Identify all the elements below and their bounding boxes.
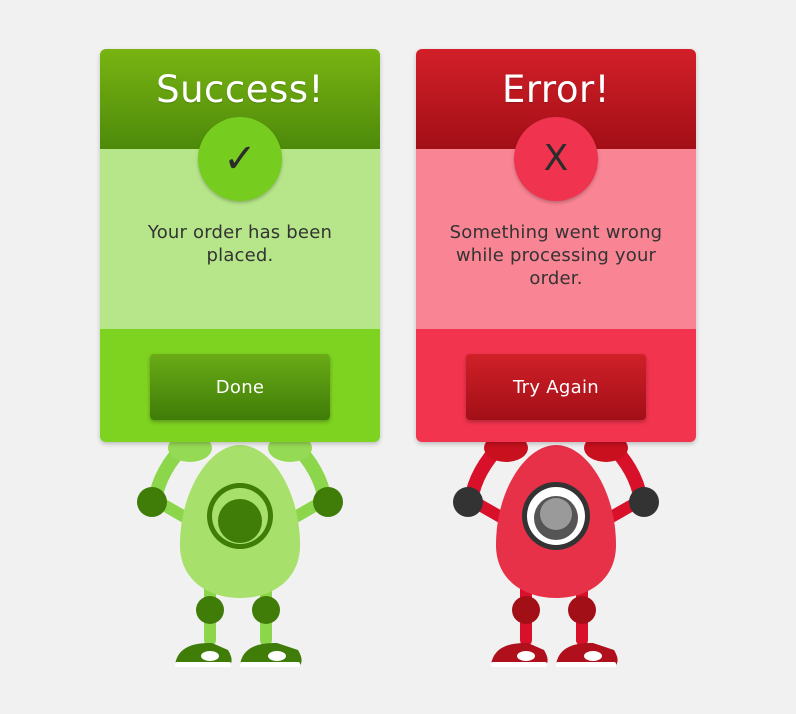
green-robot-mascot — [137, 434, 343, 667]
error-dialog: Error! Something went wrong while proces… — [416, 49, 696, 442]
error-badge: X — [514, 117, 598, 201]
check-icon: ✓ — [223, 136, 257, 182]
success-dialog: Success! Your order has been placed. Don… — [100, 49, 380, 442]
success-badge: ✓ — [198, 117, 282, 201]
success-footer: Done — [100, 329, 380, 442]
done-button[interactable]: Done — [150, 354, 330, 420]
success-message: Your order has been placed. — [147, 222, 333, 266]
red-robot-mascot — [453, 434, 659, 667]
error-title: Error! — [501, 67, 611, 111]
try-again-button[interactable]: Try Again — [466, 354, 646, 420]
success-title: Success! — [156, 67, 324, 111]
error-footer: Try Again — [416, 329, 696, 442]
x-icon: X — [543, 138, 569, 179]
error-message: Something went wrong while processing yo… — [449, 222, 663, 289]
